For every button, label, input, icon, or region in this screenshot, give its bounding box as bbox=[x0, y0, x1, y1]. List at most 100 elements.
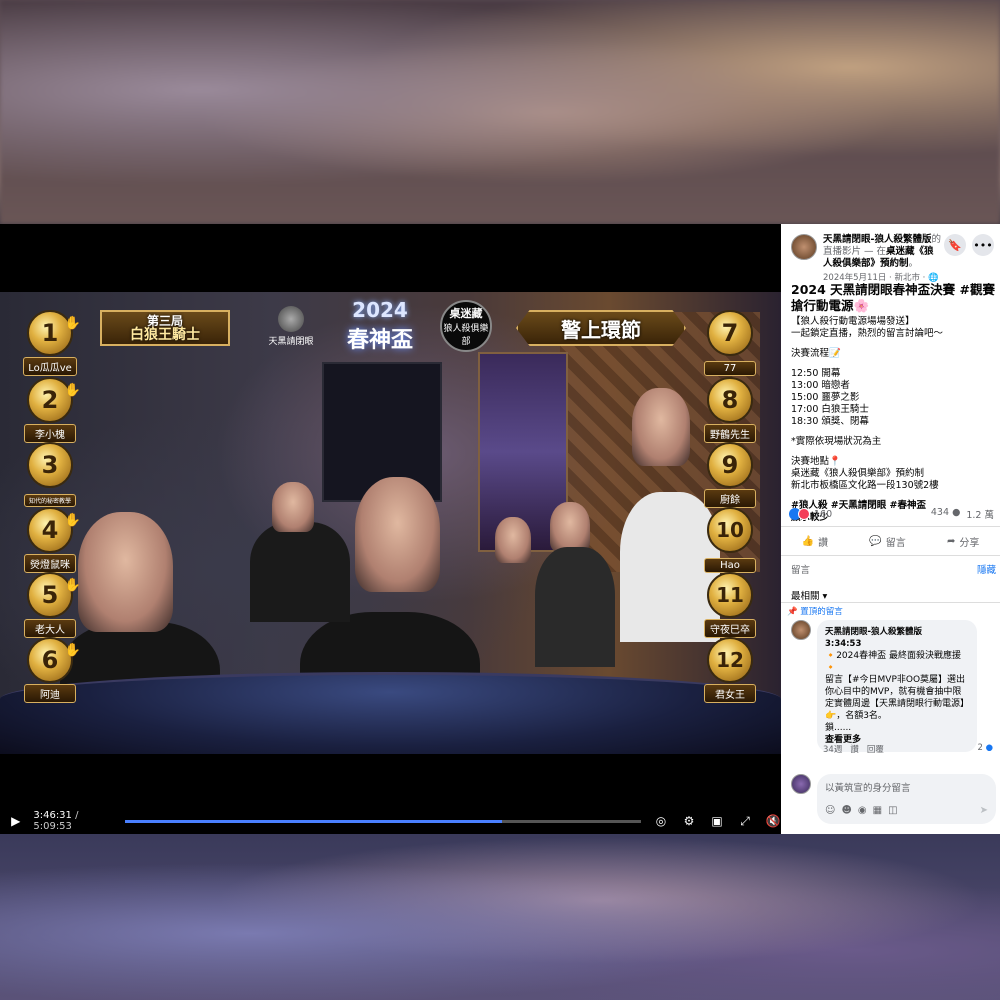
fullscreen-icon[interactable]: ⤢ bbox=[737, 814, 753, 829]
thumbs-up-icon: 👍 bbox=[801, 535, 815, 547]
emoji-icon[interactable]: ☻ bbox=[841, 805, 851, 816]
seat-number: 6 bbox=[41, 646, 59, 674]
timecode: 3:46:31 / 5:09:53 bbox=[33, 810, 116, 832]
seat-name: 李小槐 bbox=[24, 424, 76, 443]
comment-author[interactable]: 天黑請閉眼-狼人殺繁體版 bbox=[825, 626, 969, 638]
seat-badge: 4 ✋ 熒燈鼠咪 bbox=[20, 507, 81, 573]
post-line: 桌迷藏《狼人殺俱樂部》預約制 bbox=[791, 468, 925, 479]
post-line: 18:30 頒獎、閉幕 bbox=[791, 416, 869, 427]
avatar-sticker-icon[interactable]: ☺ bbox=[825, 805, 835, 816]
seat-name: Hao bbox=[704, 558, 756, 573]
caret-down-icon: ▾ bbox=[822, 591, 828, 602]
share-icon: ➦ bbox=[946, 535, 956, 547]
page-name-link[interactable]: 天黑請閉眼-狼人殺繁體版 bbox=[823, 234, 931, 245]
like-button[interactable]: 👍 讚 bbox=[802, 534, 828, 549]
comment-timestamp[interactable]: 3:34:53 bbox=[825, 638, 969, 650]
player-figure bbox=[632, 388, 690, 466]
play-icon[interactable]: ▶ bbox=[8, 814, 23, 828]
post-actions: 👍 讚 💬 留言 ➦ 分享 bbox=[781, 526, 1000, 556]
reaction-count: 160 bbox=[814, 508, 833, 520]
bookmark-icon[interactable]: 🔖 bbox=[944, 234, 966, 256]
seat-badge: 10 Hao bbox=[700, 507, 760, 573]
volume-muted-icon[interactable]: 🔇 bbox=[765, 814, 781, 829]
captions-icon[interactable]: ◎ bbox=[653, 814, 669, 829]
comment-composer: 以黃筑宣的身分留言 ☺ ☻ ◉ ▦ ◫ ➤ bbox=[791, 774, 996, 824]
seat-badge: 11 守夜巳卒 bbox=[700, 572, 760, 638]
comment-input-placeholder: 以黃筑宣的身分留言 bbox=[825, 783, 911, 794]
comments-header: 留言 隱藏 bbox=[791, 562, 996, 576]
comment-bubble-icon: ● bbox=[952, 507, 961, 518]
round-banner: 第三局 白狼王騎士 bbox=[100, 310, 230, 346]
comment-reply-button[interactable]: 回覆 bbox=[867, 743, 884, 755]
divider bbox=[781, 602, 1000, 603]
post-line: 決賽地點📍 bbox=[791, 456, 841, 467]
sticker-icon[interactable]: ◫ bbox=[888, 805, 897, 816]
seat-name: 守夜巳卒 bbox=[704, 619, 756, 638]
seat-badge: 9 廚餘 bbox=[700, 442, 760, 508]
hide-comments-button[interactable]: 隱藏 bbox=[977, 562, 996, 576]
comment-button[interactable]: 💬 留言 bbox=[869, 534, 905, 549]
progress-bar[interactable] bbox=[124, 819, 642, 823]
like-label: 讚 bbox=[818, 537, 829, 549]
comment-item: 天黑請閉眼-狼人殺繁體版 3:34:53 🔸2024春神盃 最終面殺決戰應援🔸 … bbox=[791, 620, 996, 752]
post-line: 13:00 暗戀者 bbox=[791, 380, 850, 391]
seat-badge: 8 野鶴先生 bbox=[700, 377, 760, 443]
seat-number: 3 bbox=[41, 451, 59, 479]
seat-badge: 1 ✋ Lo瓜瓜ve bbox=[20, 310, 81, 376]
send-icon[interactable]: ➤ bbox=[980, 805, 988, 816]
seat-number: 1 bbox=[41, 319, 59, 347]
hand-icon: ✋ bbox=[64, 578, 81, 593]
sort-dropdown[interactable]: 最相關 ▾ bbox=[791, 588, 827, 602]
video-frame[interactable]: 第三局 白狼王騎士 天黑請閉眼 2024 春神盃 桌迷藏 狼人殺俱樂部 警上環節… bbox=[0, 292, 781, 754]
round-label: 第三局 bbox=[146, 314, 183, 328]
player-figure bbox=[250, 522, 350, 622]
player-figure bbox=[272, 482, 314, 532]
pin-icon: 📌 bbox=[787, 607, 798, 617]
player-figure bbox=[355, 477, 440, 592]
comment-age[interactable]: 34週 bbox=[823, 743, 842, 755]
game-table bbox=[0, 672, 781, 754]
venue-logo: 桌迷藏 狼人殺俱樂部 bbox=[440, 300, 492, 352]
comment-label: 留言 bbox=[885, 537, 906, 549]
avatar[interactable] bbox=[791, 234, 817, 260]
hand-icon: ✋ bbox=[64, 316, 81, 331]
seat-number: 5 bbox=[41, 581, 59, 609]
seat-name: 77 bbox=[704, 361, 756, 376]
seat-number: 4 bbox=[41, 516, 59, 544]
seat-name: 野鶴先生 bbox=[704, 424, 756, 443]
hand-icon: ✋ bbox=[64, 513, 81, 528]
post-title: 2024 天黑請閉眼春神盃決賽 #觀賽搶行動電源🌸 bbox=[791, 282, 995, 313]
comment-input[interactable]: 以黃筑宣的身分留言 ☺ ☻ ◉ ▦ ◫ ➤ bbox=[817, 774, 996, 824]
seat-badge: 5 ✋ 老大人 bbox=[20, 572, 81, 638]
comment-like-count: 2 ● bbox=[977, 743, 993, 753]
round-role: 白狼王騎士 bbox=[130, 327, 200, 343]
seat-name: 知代的秘密教學 bbox=[23, 494, 76, 507]
player-figure bbox=[495, 517, 531, 563]
seat-number: 7 bbox=[721, 319, 739, 347]
current-time: 3:46:31 bbox=[33, 810, 72, 821]
gif-icon[interactable]: ▦ bbox=[873, 805, 882, 816]
event-year: 2024 bbox=[352, 298, 408, 322]
owl-icon bbox=[278, 306, 304, 332]
live-video-text: 直播影片 — 在 bbox=[823, 246, 887, 257]
seat-number: 12 bbox=[716, 648, 744, 672]
like-reaction-icon: ● bbox=[985, 743, 993, 753]
share-button[interactable]: ➦ 分享 bbox=[947, 534, 979, 549]
phase-label: 警上環節 bbox=[561, 317, 641, 342]
post-line: 15:00 噩夢之影 bbox=[791, 392, 860, 403]
comment-like-button[interactable]: 讚 bbox=[850, 743, 859, 755]
camera-icon[interactable]: ◉ bbox=[858, 805, 867, 816]
player-figure bbox=[535, 547, 615, 667]
post-line: 12:50 開幕 bbox=[791, 368, 841, 379]
reaction-summary[interactable]: 160 434 ● 1.2 萬 bbox=[789, 507, 994, 521]
avatar[interactable] bbox=[791, 620, 811, 640]
comment-meta: 34週 讚 回覆 2 ● bbox=[823, 743, 993, 755]
venue-logo-title: 桌迷藏 bbox=[449, 307, 483, 320]
pinned-label: 置頂的留言 bbox=[800, 607, 843, 617]
video-player[interactable]: 第三局 白狼王騎士 天黑請閉眼 2024 春神盃 桌迷藏 狼人殺俱樂部 警上環節… bbox=[0, 224, 781, 834]
miniplayer-icon[interactable]: ▣ bbox=[709, 814, 725, 829]
gear-icon[interactable]: ⚙ bbox=[681, 814, 697, 829]
total-time: 5:09:53 bbox=[33, 821, 72, 832]
more-options-icon[interactable]: ••• bbox=[972, 234, 994, 256]
post-line: 17:00 白狼王騎士 bbox=[791, 404, 869, 415]
